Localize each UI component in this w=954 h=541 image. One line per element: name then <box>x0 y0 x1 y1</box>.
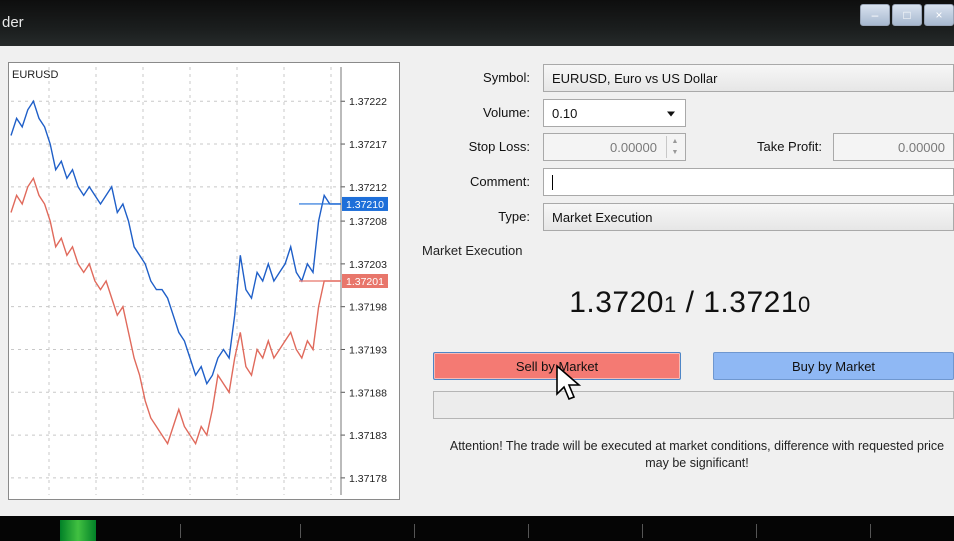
text-caret <box>552 174 553 190</box>
take-profit-field[interactable]: 0.00000 <box>833 133 954 161</box>
close-icon[interactable]: × <box>924 4 954 26</box>
window-controls: – □ × <box>860 4 954 26</box>
take-profit-label: Take Profit: <box>756 139 822 154</box>
order-type-value: Market Execution <box>552 209 653 225</box>
taskbar-separator <box>870 524 871 538</box>
taskbar-indicator <box>60 520 96 541</box>
y-tick-label: 1.37183 <box>349 430 387 442</box>
bid-price-last-digit: 1 <box>663 292 677 317</box>
taskbar-separator <box>756 524 757 538</box>
take-profit-value: 0.00000 <box>898 139 945 155</box>
y-tick-label: 1.37203 <box>349 259 387 271</box>
order-type-select[interactable]: Market Execution <box>543 203 954 231</box>
y-tick-label: 1.37212 <box>349 182 387 194</box>
chevron-down-icon[interactable] <box>667 111 675 117</box>
type-label: Type: <box>498 209 530 224</box>
attention-message: Attention! The trade will be executed at… <box>449 439 945 470</box>
taskbar-separator <box>528 524 529 538</box>
volume-value: 0.10 <box>552 105 578 121</box>
window-title: der <box>2 14 24 31</box>
bid-price-main: 1.3720 <box>569 286 664 319</box>
y-tick-label: 1.37198 <box>349 302 387 314</box>
symbol-value: EURUSD, Euro vs US Dollar <box>552 70 718 86</box>
chart-canvas: 1.37222 1.37217 1.37212 1.37208 1.37203 1.371… <box>10 67 388 495</box>
maximize-icon[interactable]: □ <box>892 4 922 26</box>
mouse-cursor-icon <box>556 364 582 401</box>
symbol-select[interactable]: EURUSD, Euro vs US Dollar <box>543 64 954 92</box>
symbol-label: Symbol: <box>483 70 530 85</box>
execution-progress-bar <box>433 391 954 419</box>
ask-price-main: 1.3721 <box>703 286 799 319</box>
bid-price-line <box>10 176 341 446</box>
y-tick-label: 1.37208 <box>349 216 387 228</box>
price-quote: 1.37201 / 1.37210 <box>520 286 860 320</box>
ask-price-tag-label: 1.37210 <box>346 199 384 211</box>
volume-field[interactable]: 0.10 <box>543 99 686 127</box>
ask-price-last-digit: 0 <box>798 292 811 317</box>
y-tick-label: 1.37188 <box>349 387 387 399</box>
y-tick-label: 1.37217 <box>349 139 387 151</box>
taskbar-separator <box>414 524 415 538</box>
taskbar <box>0 516 954 541</box>
stop-loss-label: Stop Loss: <box>468 139 530 154</box>
volume-label: Volume: <box>483 105 530 120</box>
window-titlebar: der – □ × <box>0 0 954 46</box>
taskbar-separator <box>300 524 301 538</box>
comment-label: Comment: <box>470 174 530 189</box>
section-title: Market Execution <box>422 243 523 258</box>
y-tick-label: 1.37193 <box>349 344 387 356</box>
bid-price-tag-label: 1.37201 <box>346 276 384 288</box>
minimize-icon[interactable]: – <box>860 4 890 26</box>
comment-field[interactable] <box>543 168 954 196</box>
y-tick-label: 1.37222 <box>349 96 387 108</box>
taskbar-separator <box>180 524 181 538</box>
quote-separator: / <box>676 286 704 319</box>
order-dialog: 1.37222 1.37217 1.37212 1.37208 1.37203 1.371… <box>0 46 954 516</box>
stop-loss-spinner[interactable]: ▲ ▼ <box>666 136 683 158</box>
stop-loss-value: 0.00000 <box>610 139 657 155</box>
chart-symbol-label: EURUSD <box>12 69 59 81</box>
taskbar-separator <box>642 524 643 538</box>
buy-by-market-button[interactable]: Buy by Market <box>713 352 954 380</box>
stop-loss-field[interactable]: 0.00000 ▲ ▼ <box>543 133 686 161</box>
price-chart: 1.37222 1.37217 1.37212 1.37208 1.37203 1.371… <box>8 62 400 500</box>
y-tick-label: 1.37178 <box>349 473 387 485</box>
